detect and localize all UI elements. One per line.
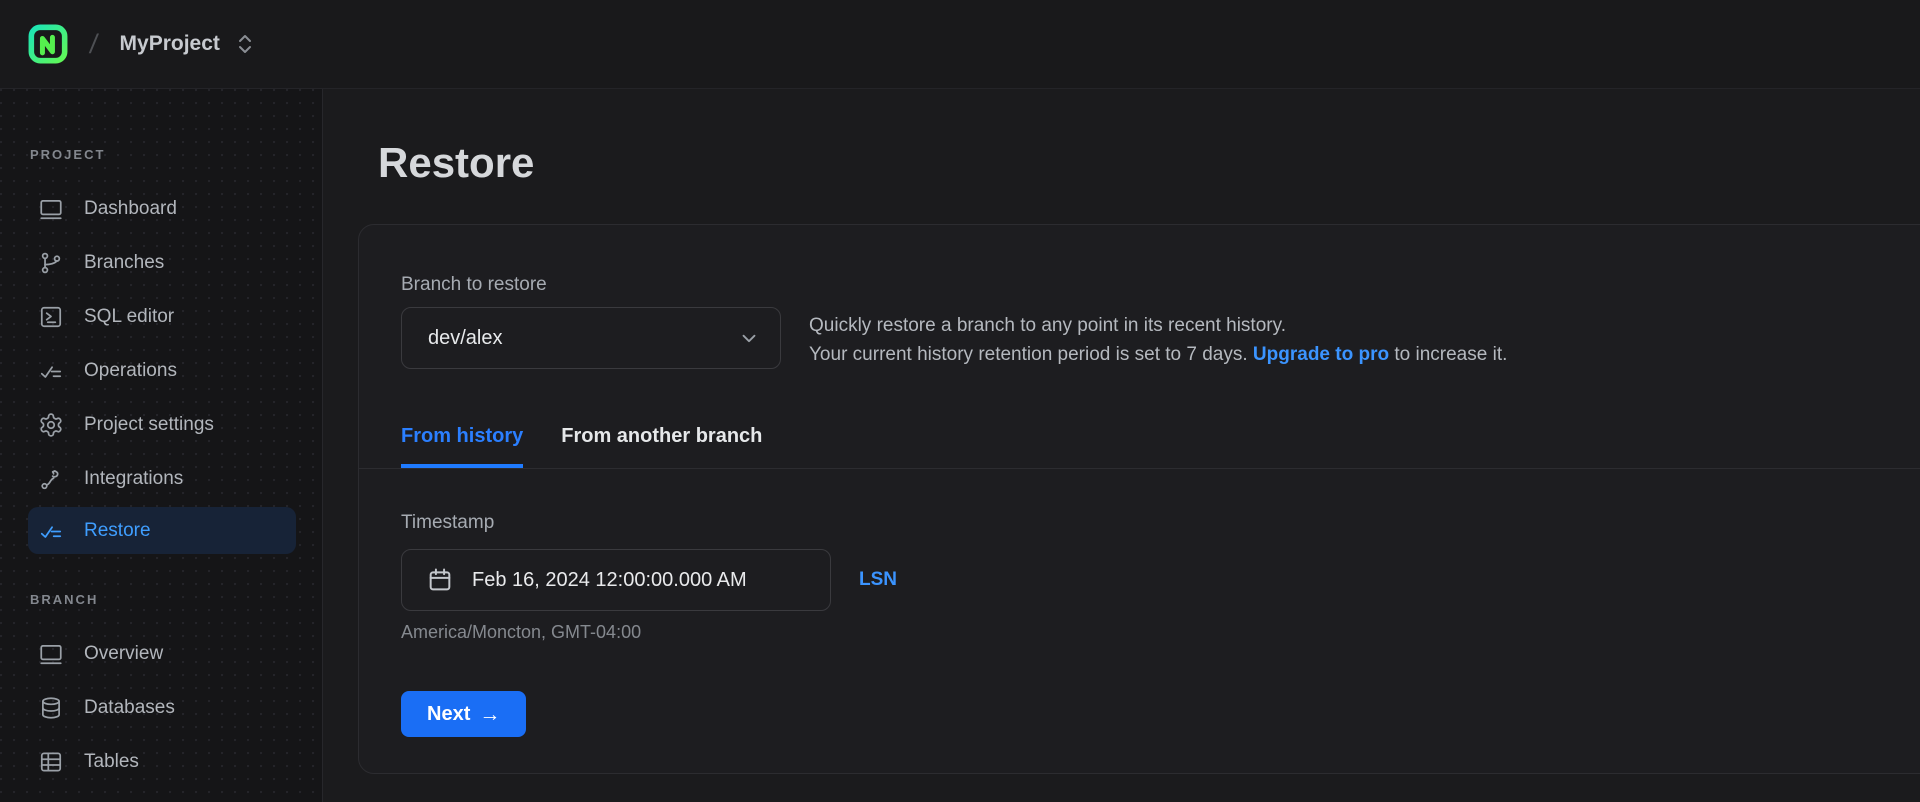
- sidebar-item-label: Tables: [84, 751, 139, 772]
- project-switcher-name[interactable]: MyProject: [120, 32, 220, 56]
- restore-card: Branch to restore dev/alex Quickly resto…: [358, 224, 1920, 774]
- sidebar-item-label: Dashboard: [84, 198, 177, 219]
- sidebar-item-operations[interactable]: Operations: [0, 356, 322, 386]
- branch-select-row: dev/alex Quickly restore a branch to any…: [401, 307, 1920, 369]
- sidebar-item-label: Operations: [84, 360, 177, 381]
- tab-from-another-branch[interactable]: From another branch: [561, 425, 762, 468]
- lsn-link[interactable]: LSN: [859, 569, 897, 591]
- sidebar-item-databases[interactable]: Databases: [0, 693, 322, 723]
- next-button-label: Next: [427, 702, 471, 725]
- sidebar-item-label: Project settings: [84, 414, 214, 435]
- upgrade-to-pro-link[interactable]: Upgrade to pro: [1253, 344, 1389, 365]
- branch-select[interactable]: dev/alex: [401, 307, 781, 369]
- sidebar-item-overview[interactable]: Overview: [0, 639, 322, 669]
- sidebar: PROJECT Dashboard Branches SQL editor Op…: [0, 89, 323, 802]
- sidebar-item-label: Overview: [84, 643, 164, 664]
- chevron-down-icon: [742, 334, 756, 343]
- timestamp-row: Feb 16, 2024 12:00:00.000 AM LSN: [401, 549, 1920, 611]
- timezone-text: America/Moncton, GMT-04:00: [401, 622, 642, 642]
- project-switcher-chevrons-icon[interactable]: [234, 31, 256, 57]
- branch-select-value: dev/alex: [428, 326, 503, 349]
- top-bar: / MyProject: [0, 0, 1920, 89]
- arrow-right-icon: →: [479, 702, 501, 726]
- sidebar-item-project-settings[interactable]: Project settings: [0, 410, 322, 440]
- restore-tabs: From history From another branch: [359, 425, 1920, 469]
- sidebar-item-label: Branches: [84, 252, 165, 273]
- branch-select-label: Branch to restore: [401, 274, 547, 295]
- next-button[interactable]: Next →: [401, 691, 527, 737]
- sql-editor-icon: [40, 306, 62, 328]
- neon-logo-icon[interactable]: [28, 24, 68, 64]
- sidebar-item-branches[interactable]: Branches: [0, 248, 322, 278]
- operations-icon: [40, 366, 62, 378]
- calendar-icon: [429, 568, 451, 591]
- helper-line-2: Your current history retention period is…: [809, 340, 1507, 369]
- tables-icon: [40, 752, 62, 772]
- tab-from-history[interactable]: From history: [401, 425, 524, 468]
- branches-icon: [41, 252, 61, 274]
- sidebar-item-restore[interactable]: Restore: [28, 507, 296, 554]
- main-content: Restore Branch to restore dev/alex Quick…: [323, 89, 1920, 802]
- restore-helper-text: Quickly restore a branch to any point in…: [809, 307, 1507, 369]
- sidebar-item-integrations[interactable]: Integrations: [0, 464, 322, 494]
- sidebar-item-sql-editor[interactable]: SQL editor: [0, 302, 322, 332]
- timestamp-input[interactable]: Feb 16, 2024 12:00:00.000 AM: [401, 549, 831, 611]
- sidebar-section-project: PROJECT: [30, 147, 106, 162]
- helper-line-1: Quickly restore a branch to any point in…: [809, 315, 1286, 336]
- integrations-icon: [41, 470, 59, 490]
- gear-icon: [40, 413, 62, 437]
- helper-line-2-text: Your current history retention period is…: [809, 344, 1253, 365]
- sidebar-item-dashboard[interactable]: Dashboard: [0, 194, 322, 224]
- page-title: Restore: [378, 139, 535, 186]
- timestamp-value: Feb 16, 2024 12:00:00.000 AM: [472, 568, 747, 591]
- sidebar-item-label: Restore: [84, 519, 151, 541]
- sidebar-item-label: SQL editor: [84, 306, 175, 327]
- helper-line-2-suffix: to increase it.: [1389, 344, 1508, 365]
- databases-icon: [42, 697, 60, 719]
- dashboard-icon: [40, 200, 62, 220]
- sidebar-item-tables[interactable]: Tables: [0, 747, 322, 777]
- app-window: / MyProject PROJECT Dashboard Branches S…: [0, 0, 1920, 802]
- overview-icon: [40, 645, 62, 665]
- sidebar-item-label: Integrations: [84, 468, 184, 489]
- timestamp-label: Timestamp: [401, 512, 495, 533]
- sidebar-item-label: Databases: [84, 697, 175, 718]
- breadcrumb-separator: /: [87, 28, 100, 59]
- restore-icon: [40, 525, 62, 538]
- sidebar-section-branch: BRANCH: [30, 592, 99, 607]
